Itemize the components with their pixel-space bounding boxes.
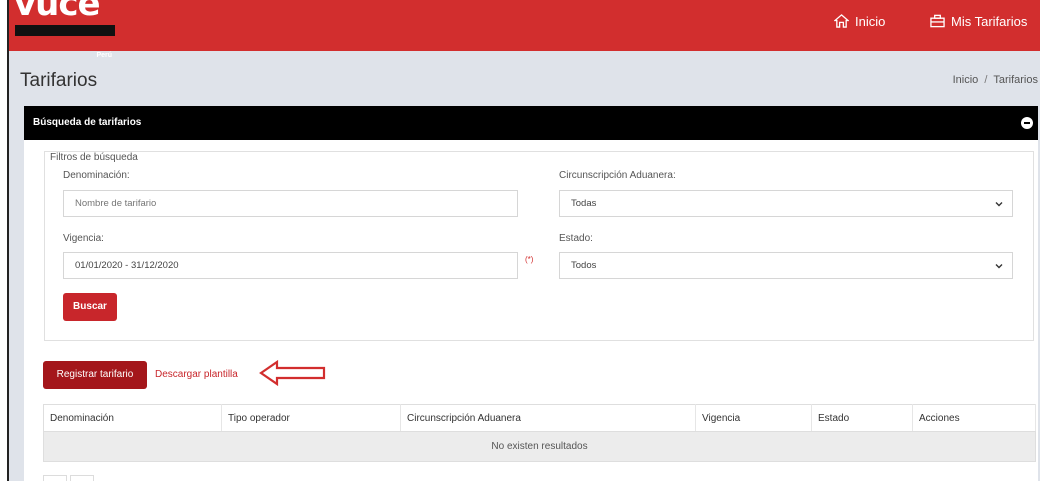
home-icon: [834, 14, 849, 28]
vuce-logo[interactable]: vuce Perú: [12, 0, 122, 59]
estado-label: Estado:: [559, 233, 593, 244]
vigencia-label: Vigencia:: [63, 233, 104, 244]
results-table: Denominación Tipo operador Circunscripci…: [43, 404, 1036, 462]
column-header-tipo-operador[interactable]: Tipo operador: [221, 404, 401, 432]
column-header-acciones: Acciones: [912, 404, 1036, 432]
estado-value: Todos: [571, 260, 597, 271]
pagination-next[interactable]: [70, 475, 94, 481]
nav-mis-tarifarios[interactable]: Mis Tarifarios: [930, 11, 1027, 31]
search-card-header: Búsqueda de tarifarios: [24, 106, 1038, 140]
left-arrow-icon: [259, 359, 326, 387]
search-card: Búsqueda de tarifarios Filtros de búsque…: [24, 106, 1038, 481]
circunscripcion-value: Todas: [571, 198, 597, 209]
buscar-button[interactable]: Buscar: [63, 293, 117, 321]
pagination-prev[interactable]: [43, 475, 67, 481]
nav-inicio-label: Inicio: [855, 13, 886, 29]
estado-select[interactable]: Todos: [559, 252, 1013, 279]
table-header-row: Denominación Tipo operador Circunscripci…: [43, 404, 1036, 432]
collapse-icon[interactable]: [1021, 117, 1033, 129]
filters-fieldset: [44, 151, 1034, 341]
circunscripcion-label: Circunscripción Aduanera:: [559, 170, 676, 181]
logo-text: vuce: [14, 0, 101, 24]
page-title: Tarifarios: [20, 70, 98, 91]
empty-results-message: No existen resultados: [43, 431, 1036, 462]
top-navbar: vuce Perú Inicio Mis Tarifarios: [9, 0, 1040, 59]
vigencia-value: 01/01/2020 - 31/12/2020: [75, 260, 179, 271]
vigencia-date-range-input[interactable]: 01/01/2020 - 31/12/2020: [63, 252, 518, 279]
app-frame: vuce Perú Inicio Mis Tarifarios Tarifari…: [7, 0, 1040, 481]
descargar-plantilla-link[interactable]: Descargar plantilla: [155, 369, 238, 380]
denominacion-label: Denominación:: [63, 170, 130, 181]
required-mark: (*): [525, 255, 534, 264]
table-row: No existen resultados: [43, 431, 1036, 462]
logo-subtext: Perú: [96, 52, 112, 59]
breadcrumb-inicio[interactable]: Inicio: [953, 74, 979, 86]
search-card-title: Búsqueda de tarifarios: [33, 117, 142, 128]
breadcrumb-current: Tarifarios: [993, 74, 1038, 86]
logo-bar: Perú: [15, 25, 115, 59]
chevron-down-icon: [995, 202, 1003, 207]
circunscripcion-select[interactable]: Todas: [559, 190, 1013, 217]
filters-legend: Filtros de búsqueda: [48, 152, 140, 163]
denominacion-input[interactable]: [63, 190, 518, 217]
nav-mis-tarifarios-label: Mis Tarifarios: [951, 13, 1028, 29]
briefcase-icon: [930, 14, 945, 28]
column-header-vigencia[interactable]: Vigencia: [695, 404, 812, 432]
chevron-down-icon: [995, 264, 1003, 269]
column-header-estado[interactable]: Estado: [811, 404, 913, 432]
breadcrumb: Inicio / Tarifarios: [953, 74, 1038, 86]
registrar-tarifario-button[interactable]: Registrar tarifario: [43, 361, 147, 389]
breadcrumb-separator: /: [984, 74, 988, 86]
nav-inicio[interactable]: Inicio: [834, 11, 885, 31]
column-header-circunscripcion[interactable]: Circunscripción Aduanera: [400, 404, 696, 432]
column-header-denominacion[interactable]: Denominación: [43, 404, 222, 432]
